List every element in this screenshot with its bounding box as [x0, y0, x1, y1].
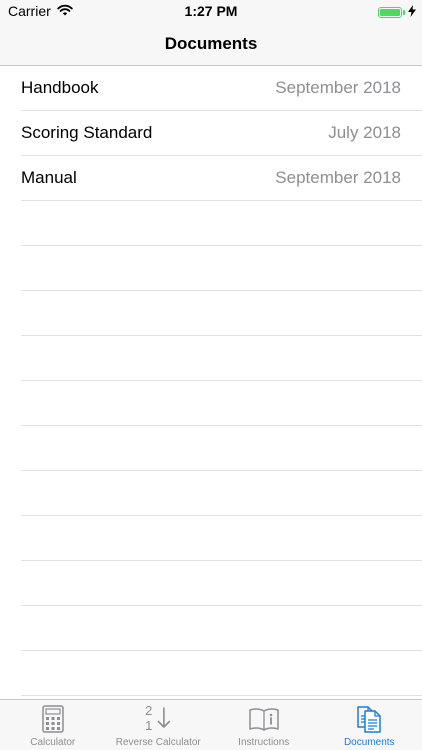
- tab-label: Instructions: [238, 737, 290, 748]
- book-info-icon: [248, 707, 280, 736]
- documents-icon: [354, 705, 384, 738]
- tab-calculator[interactable]: Calculator: [0, 700, 106, 750]
- tab-reverse-calculator[interactable]: 2 1 Reverse Calculator: [106, 700, 212, 750]
- tab-instructions[interactable]: Instructions: [211, 700, 317, 750]
- charging-icon: [408, 4, 416, 20]
- list-item-title: Scoring Standard: [21, 123, 153, 142]
- empty-row: [21, 246, 422, 291]
- list-item-scoring-standard[interactable]: Scoring Standard July 2018: [21, 111, 422, 156]
- status-time: 1:27 PM: [184, 3, 238, 19]
- tab-label: Documents: [343, 737, 395, 748]
- icon-digit-bottom: 1: [145, 718, 153, 733]
- reverse-sort-icon: 2 1: [145, 703, 171, 733]
- list-item-manual[interactable]: Manual September 2018: [21, 156, 422, 201]
- empty-row: [21, 561, 422, 606]
- tab-label: Reverse Calculator: [115, 737, 201, 748]
- empty-row: [21, 651, 422, 696]
- battery-icon: [378, 6, 402, 18]
- list-item-date: September 2018: [275, 168, 401, 187]
- status-right: [378, 4, 416, 20]
- empty-row: [21, 201, 422, 246]
- tab-label: Calculator: [30, 737, 76, 748]
- icon-digit-top: 2: [145, 703, 153, 718]
- list-item-handbook[interactable]: Handbook September 2018: [21, 66, 422, 111]
- list-item-date: July 2018: [328, 123, 401, 142]
- documents-list: Handbook September 2018 Scoring Standard…: [0, 66, 422, 696]
- status-bar: Carrier 1:27 PM: [0, 0, 422, 22]
- navigation-bar: Documents: [0, 22, 422, 66]
- list-item-title: Manual: [21, 168, 77, 187]
- page-title: Documents: [164, 34, 258, 53]
- tab-bar: Calculator 2 1 Reverse Calculator Instru…: [0, 699, 422, 750]
- empty-row: [21, 291, 422, 336]
- list-item-title: Handbook: [21, 78, 99, 97]
- empty-row: [21, 426, 422, 471]
- empty-row: [21, 471, 422, 516]
- list-item-date: September 2018: [275, 78, 401, 97]
- calculator-icon: [41, 705, 65, 738]
- empty-row: [21, 336, 422, 381]
- empty-row: [21, 381, 422, 426]
- empty-row: [21, 516, 422, 561]
- empty-row: [21, 606, 422, 651]
- tab-documents[interactable]: Documents: [317, 700, 422, 750]
